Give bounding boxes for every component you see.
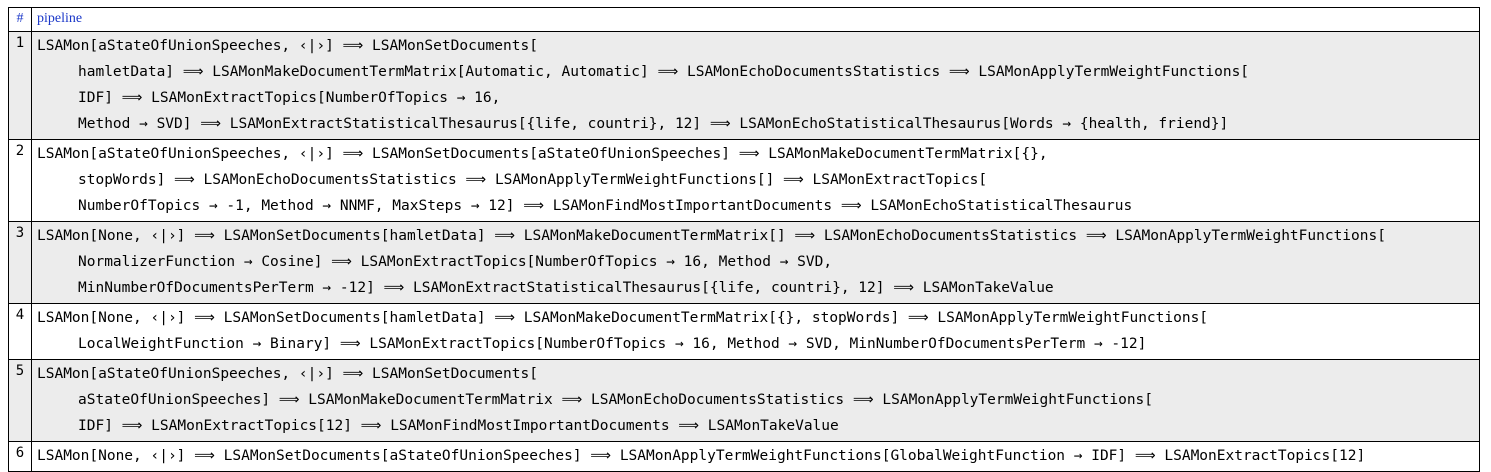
- pipeline-cell[interactable]: LSAMon[aStateOfUnionSpeeches, ‹|›] ⟹ LSA…: [31, 31, 1480, 140]
- column-header-number-label: #: [16, 11, 24, 26]
- pipeline-cell[interactable]: LSAMon[None, ‹|›] ⟹ LSAMonSetDocuments[h…: [31, 303, 1480, 360]
- pipeline-code-line: Method → SVD] ⟹ LSAMonExtractStatistical…: [78, 116, 1229, 132]
- pipeline-code-line: LocalWeightFunction → Binary] ⟹ LSAMonEx…: [78, 336, 1147, 352]
- row-number-cell: 5: [8, 359, 32, 442]
- pipeline-code-line: LSAMon[None, ‹|›] ⟹ LSAMonSetDocuments[h…: [37, 228, 1386, 244]
- table-body: 1 LSAMon[aStateOfUnionSpeeches, ‹|›] ⟹ LS…: [8, 31, 1480, 472]
- pipeline-table: # pipeline 1 LSAMon[aStateOfUnionSpeeches…: [8, 7, 1480, 472]
- table-row: 4 LSAMon[None, ‹|›] ⟹ LSAMonSetDocuments[…: [8, 303, 1480, 360]
- row-number-cell: 2: [8, 139, 32, 222]
- row-number-cell: 3: [8, 221, 32, 304]
- pipeline-code-line: IDF] ⟹ LSAMonExtractTopics[NumberOfTopic…: [78, 90, 501, 106]
- row-number-cell: 6: [8, 441, 32, 472]
- pipeline-cell[interactable]: LSAMon[aStateOfUnionSpeeches, ‹|›] ⟹ LSA…: [31, 359, 1480, 442]
- pipeline-code-line: LSAMon[None, ‹|›] ⟹ LSAMonSetDocuments[a…: [37, 448, 1366, 464]
- pipeline-code-line: LSAMon[None, ‹|›] ⟹ LSAMonSetDocuments[h…: [37, 310, 1209, 326]
- pipeline-cell[interactable]: LSAMon[aStateOfUnionSpeeches, ‹|›] ⟹ LSA…: [31, 139, 1480, 222]
- table-row: 3 LSAMon[None, ‹|›] ⟹ LSAMonSetDocuments[…: [8, 221, 1480, 304]
- table-row: 6 LSAMon[None, ‹|›] ⟹ LSAMonSetDocuments[…: [8, 441, 1480, 472]
- pipeline-code-line: aStateOfUnionSpeeches] ⟹ LSAMonMakeDocum…: [78, 392, 1154, 408]
- pipeline-code-line: IDF] ⟹ LSAMonExtractTopics[12] ⟹ LSAMonF…: [78, 418, 839, 434]
- pipeline-code-line: hamletData] ⟹ LSAMonMakeDocumentTermMatr…: [78, 64, 1250, 80]
- table-row: 2 LSAMon[aStateOfUnionSpeeches, ‹|›] ⟹ LS…: [8, 139, 1480, 222]
- column-header-number[interactable]: #: [8, 7, 32, 32]
- column-header-pipeline[interactable]: pipeline: [31, 7, 1480, 32]
- table-row: 5 LSAMon[aStateOfUnionSpeeches, ‹|›] ⟹ LS…: [8, 359, 1480, 442]
- pipeline-code-line: NormalizerFunction → Cosine] ⟹ LSAMonExt…: [78, 254, 833, 270]
- pipeline-code-line: MinNumberOfDocumentsPerTerm → -12] ⟹ LSA…: [78, 280, 1054, 296]
- table-header-row: # pipeline: [8, 7, 1480, 32]
- pipeline-code-line: LSAMon[aStateOfUnionSpeeches, ‹|›] ⟹ LSA…: [37, 366, 538, 382]
- pipeline-cell[interactable]: LSAMon[None, ‹|›] ⟹ LSAMonSetDocuments[h…: [31, 221, 1480, 304]
- pipeline-cell[interactable]: LSAMon[None, ‹|›] ⟹ LSAMonSetDocuments[a…: [31, 441, 1480, 472]
- pipeline-code-line: NumberOfTopics → -1, Method → NNMF, MaxS…: [78, 198, 1133, 214]
- pipeline-code-line: stopWords] ⟹ LSAMonEchoDocumentsStatisti…: [78, 172, 988, 188]
- column-header-pipeline-label: pipeline: [37, 11, 83, 26]
- pipeline-code-line: LSAMon[aStateOfUnionSpeeches, ‹|›] ⟹ LSA…: [37, 146, 1048, 162]
- row-number-cell: 4: [8, 303, 32, 360]
- pipeline-code-line: LSAMon[aStateOfUnionSpeeches, ‹|›] ⟹ LSA…: [37, 38, 538, 54]
- row-number-cell: 1: [8, 31, 32, 140]
- table-row: 1 LSAMon[aStateOfUnionSpeeches, ‹|›] ⟹ LS…: [8, 31, 1480, 140]
